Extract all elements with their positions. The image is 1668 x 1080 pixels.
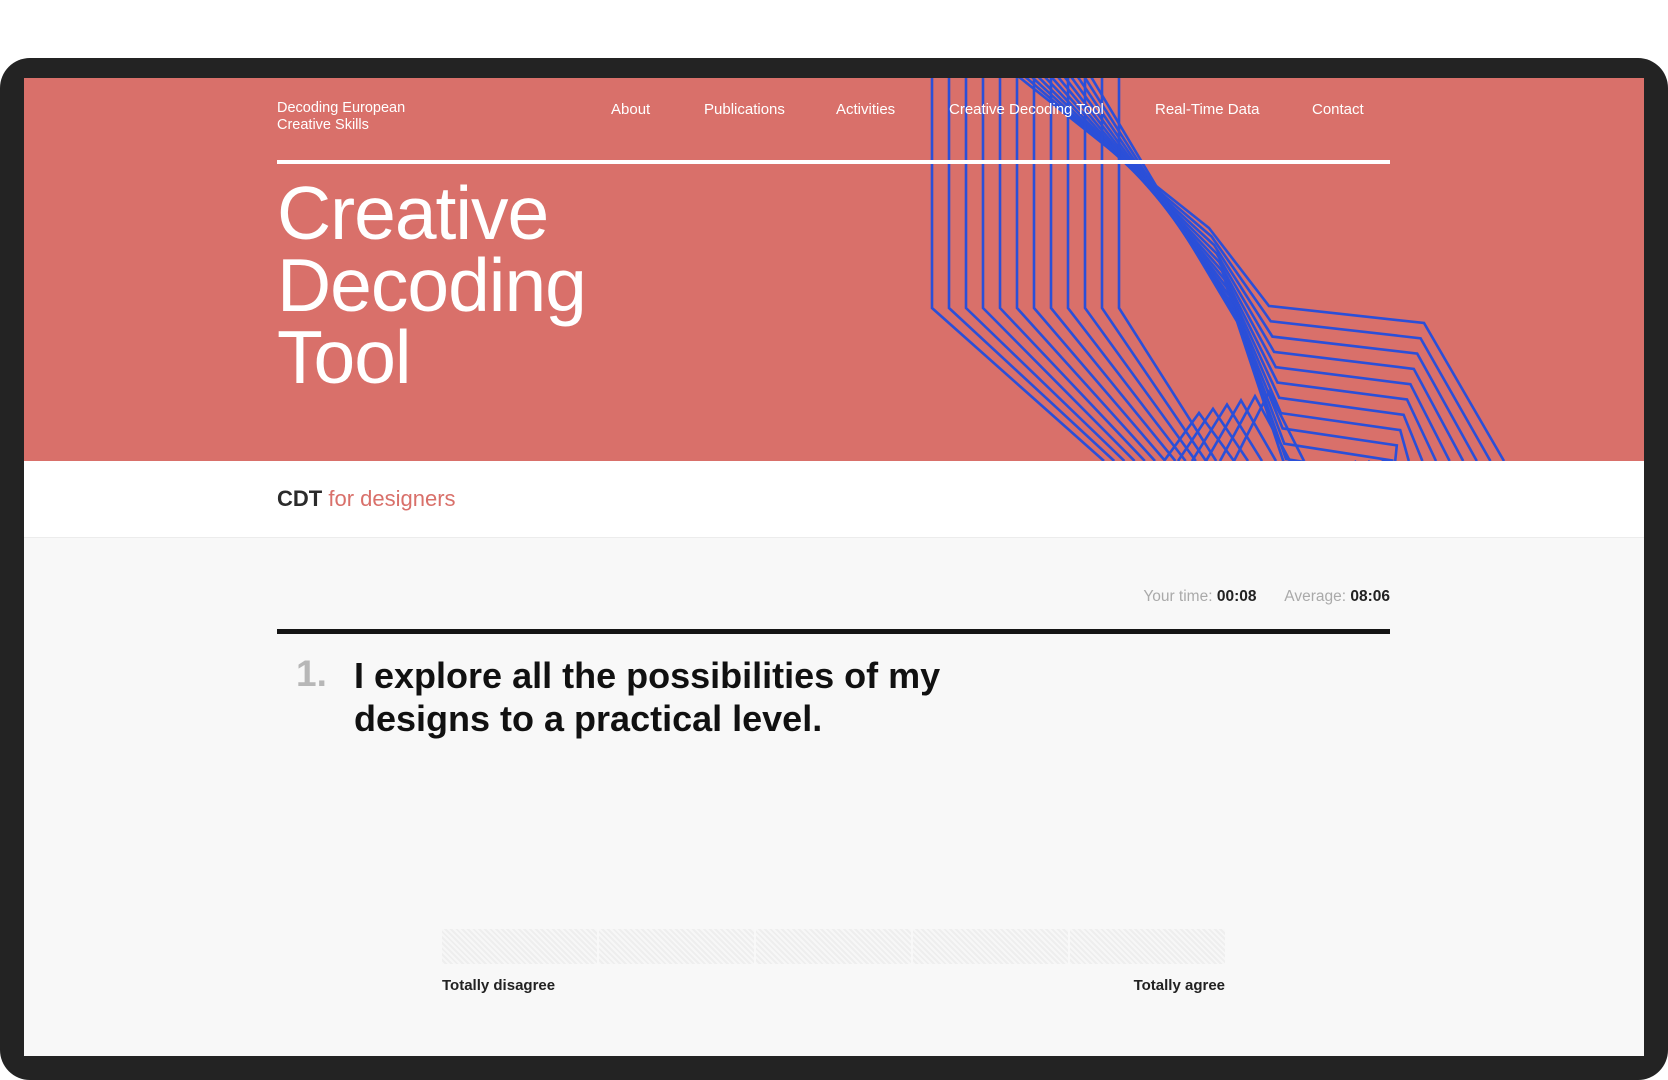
nav-real-time-data[interactable]: Real-Time Data bbox=[1155, 101, 1259, 118]
question-number: 1. bbox=[296, 653, 327, 694]
your-time-label: Your time: bbox=[1143, 588, 1213, 605]
timer: Your time: 00:08 Average: 08:06 bbox=[1143, 588, 1390, 606]
decorative-line-art bbox=[930, 78, 1506, 461]
your-time-value: 00:08 bbox=[1216, 588, 1257, 605]
browser-viewport: Decoding European Creative Skills About … bbox=[24, 78, 1644, 1056]
page-title-line-3: Tool bbox=[277, 315, 412, 399]
scale-option-3[interactable] bbox=[756, 929, 911, 964]
hero-banner: Decoding European Creative Skills About … bbox=[24, 78, 1644, 461]
scale-option-5[interactable] bbox=[1070, 929, 1225, 964]
question-divider bbox=[277, 629, 1390, 634]
section-title: CDT for designers bbox=[277, 486, 456, 512]
likert-scale bbox=[442, 929, 1225, 964]
nav-about[interactable]: About bbox=[611, 101, 650, 118]
nav-publications[interactable]: Publications bbox=[704, 101, 785, 118]
hero-divider bbox=[277, 160, 1390, 164]
nav-activities[interactable]: Activities bbox=[836, 101, 895, 118]
page-title: Creative Decoding Tool bbox=[277, 176, 587, 395]
device-frame: Decoding European Creative Skills About … bbox=[0, 58, 1668, 1080]
scale-min-label: Totally disagree bbox=[442, 977, 556, 994]
scale-option-4[interactable] bbox=[913, 929, 1068, 964]
scale-max-label: Totally agree bbox=[1133, 977, 1225, 994]
scale-option-2[interactable] bbox=[599, 929, 754, 964]
nav-creative-decoding-tool[interactable]: Creative Decoding Tool bbox=[949, 101, 1104, 118]
main-navigation: About Publications Activities Creative D… bbox=[24, 101, 1644, 121]
section-title-audience: for designers bbox=[328, 486, 456, 511]
nav-contact[interactable]: Contact bbox=[1312, 101, 1364, 118]
section-header: CDT for designers bbox=[24, 461, 1644, 538]
average-time-label: Average: bbox=[1284, 588, 1347, 605]
average-time-value: 08:06 bbox=[1350, 588, 1390, 605]
scale-option-1[interactable] bbox=[442, 929, 597, 964]
question-text: I explore all the possibilities of my de… bbox=[354, 655, 941, 739]
section-title-acronym: CDT bbox=[277, 486, 323, 511]
